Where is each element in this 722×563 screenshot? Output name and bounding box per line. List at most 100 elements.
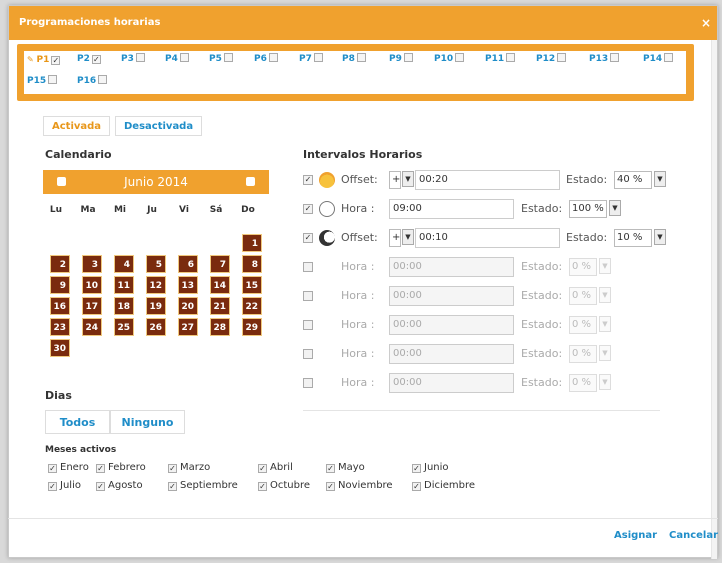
calendar-day[interactable]: 29 — [242, 318, 262, 336]
program-tab-p12[interactable]: P12 — [536, 51, 567, 68]
state-select[interactable]: 100 % — [569, 200, 607, 218]
calendar-day[interactable]: 17 — [82, 297, 102, 315]
program-checkbox[interactable] — [179, 53, 189, 62]
program-checkbox[interactable] — [268, 53, 278, 62]
program-tab-p13[interactable]: P13 — [589, 51, 620, 68]
calendar-day[interactable]: 25 — [114, 318, 134, 336]
calendar-day[interactable]: 28 — [210, 318, 230, 336]
calendar-day[interactable]: 23 — [50, 318, 70, 336]
calendar-day[interactable]: 2 — [50, 255, 70, 273]
month-mayo[interactable]: ✓ Mayo — [326, 462, 365, 473]
month-checkbox[interactable]: ✓ — [412, 482, 421, 491]
calendar-day[interactable]: 16 — [50, 297, 70, 315]
all-days-button[interactable]: Todos — [45, 410, 110, 434]
program-checkbox[interactable] — [313, 53, 323, 62]
time-input[interactable]: 00:00 — [389, 257, 514, 277]
program-tab-p11[interactable]: P11 — [485, 51, 516, 68]
calendar-day[interactable]: 6 — [178, 255, 198, 273]
month-septiembre[interactable]: ✓ Septiembre — [168, 480, 238, 491]
interval-checkbox[interactable]: ✓ — [303, 175, 313, 185]
month-checkbox[interactable]: ✓ — [258, 482, 267, 491]
state-select[interactable]: 0 % — [569, 287, 597, 305]
program-checkbox[interactable] — [48, 75, 58, 84]
offset-sign-select[interactable]: + — [389, 229, 401, 247]
state-select[interactable]: 0 % — [569, 345, 597, 363]
program-checkbox[interactable] — [557, 53, 567, 62]
cancel-button[interactable]: Cancelar — [669, 530, 718, 541]
month-checkbox[interactable]: ✓ — [326, 482, 335, 491]
calendar-day[interactable]: 20 — [178, 297, 198, 315]
calendar-day[interactable]: 24 — [82, 318, 102, 336]
month-octubre[interactable]: ✓ Octubre — [258, 480, 310, 491]
time-input[interactable]: 00:00 — [389, 315, 514, 335]
calendar-day[interactable]: 18 — [114, 297, 134, 315]
program-tab-p8[interactable]: P8 — [342, 51, 366, 68]
program-checkbox[interactable]: ✓ — [51, 56, 61, 65]
program-checkbox[interactable] — [356, 53, 366, 62]
calendar-day[interactable]: 26 — [146, 318, 166, 336]
calendar-day[interactable]: 11 — [114, 276, 134, 294]
program-checkbox[interactable] — [610, 53, 620, 62]
state-select[interactable]: 40 % — [614, 171, 652, 189]
calendar-day[interactable]: 4 — [114, 255, 134, 273]
program-tab-p16[interactable]: P16 — [77, 73, 108, 90]
interval-checkbox[interactable] — [303, 291, 313, 301]
chevron-down-icon[interactable]: ▼ — [599, 258, 611, 274]
month-noviembre[interactable]: ✓ Noviembre — [326, 480, 393, 491]
time-input[interactable]: 09:00 — [389, 199, 514, 219]
chevron-down-icon[interactable]: ▼ — [599, 287, 611, 303]
time-input[interactable]: 00:00 — [389, 344, 514, 364]
program-tab-p14[interactable]: P14 — [643, 51, 674, 68]
program-tab-p6[interactable]: P6 — [254, 51, 278, 68]
program-tab-p9[interactable]: P9 — [389, 51, 413, 68]
month-checkbox[interactable]: ✓ — [412, 464, 421, 473]
calendar-day[interactable]: 5 — [146, 255, 166, 273]
close-icon[interactable]: × — [701, 6, 711, 40]
assign-button[interactable]: Asignar — [614, 530, 657, 541]
month-checkbox[interactable]: ✓ — [326, 464, 335, 473]
month-checkbox[interactable]: ✓ — [258, 464, 267, 473]
program-tab-p15[interactable]: P15 — [27, 73, 58, 90]
scrollbar[interactable] — [711, 40, 717, 559]
next-month-icon[interactable] — [246, 177, 255, 186]
no-days-button[interactable]: Ninguno — [110, 410, 185, 434]
calendar-day[interactable]: 10 — [82, 276, 102, 294]
interval-checkbox[interactable] — [303, 349, 313, 359]
time-input[interactable]: 00:00 — [389, 286, 514, 306]
calendar-day[interactable]: 15 — [242, 276, 262, 294]
calendar-day[interactable]: 1 — [242, 234, 262, 252]
program-tab-p10[interactable]: P10 — [434, 51, 465, 68]
interval-checkbox[interactable] — [303, 320, 313, 330]
offset-sign-select[interactable]: + — [389, 171, 401, 189]
state-select[interactable]: 10 % — [614, 229, 652, 247]
chevron-down-icon[interactable]: ▼ — [654, 171, 666, 187]
calendar-day[interactable]: 9 — [50, 276, 70, 294]
month-enero[interactable]: ✓ Enero — [48, 462, 89, 473]
calendar-day[interactable]: 3 — [82, 255, 102, 273]
month-agosto[interactable]: ✓ Agosto — [96, 480, 143, 491]
state-select[interactable]: 0 % — [569, 258, 597, 276]
calendar-day[interactable]: 21 — [210, 297, 230, 315]
calendar-day[interactable]: 12 — [146, 276, 166, 294]
program-checkbox[interactable]: ✓ — [91, 55, 101, 64]
program-checkbox[interactable] — [664, 53, 674, 62]
month-abril[interactable]: ✓ Abril — [258, 462, 293, 473]
chevron-down-icon[interactable]: ▼ — [599, 316, 611, 332]
chevron-down-icon[interactable]: ▼ — [402, 171, 414, 187]
program-tab-p2[interactable]: P2 ✓ — [77, 51, 101, 68]
month-checkbox[interactable]: ✓ — [96, 482, 105, 491]
program-checkbox[interactable] — [403, 53, 413, 62]
month-checkbox[interactable]: ✓ — [48, 482, 57, 491]
calendar-day[interactable]: 22 — [242, 297, 262, 315]
activated-button[interactable]: Activada — [43, 116, 111, 136]
program-tab-p7[interactable]: P7 — [299, 51, 323, 68]
prev-month-icon[interactable] — [57, 177, 66, 186]
month-marzo[interactable]: ✓ Marzo — [168, 462, 210, 473]
month-checkbox[interactable]: ✓ — [168, 482, 177, 491]
state-select[interactable]: 0 % — [569, 374, 597, 392]
program-tab-p4[interactable]: P4 — [165, 51, 189, 68]
state-select[interactable]: 0 % — [569, 316, 597, 334]
interval-checkbox[interactable] — [303, 262, 313, 272]
month-febrero[interactable]: ✓ Febrero — [96, 462, 146, 473]
interval-checkbox[interactable]: ✓ — [303, 233, 313, 243]
